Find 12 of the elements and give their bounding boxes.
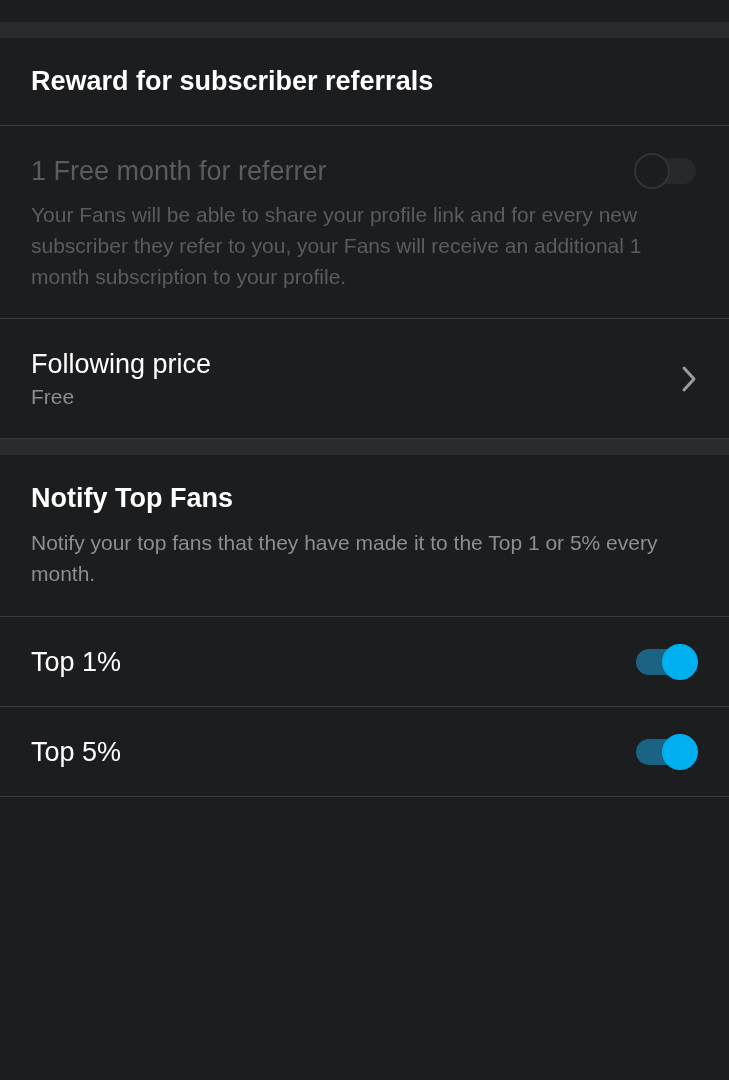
toggle-switch[interactable] [634,734,698,770]
setting-value: Free [31,384,76,410]
setting-label: Top 5% [31,736,122,769]
section-title: Notify Top Fans [31,482,234,515]
setting-description: Your Fans will be able to share your profile link and for every new subscriber they refer to you, your Fans will receive an additional 1 month subscription to your profile. [31,202,643,290]
setting-label: Following price [31,348,212,381]
toggle-switch[interactable] [634,644,698,680]
setting-label: 1 Free month for referrer [31,155,327,188]
section-title: Reward for subscriber referrals [31,65,435,98]
setting-label: Top 1% [31,646,122,679]
chevron-right-icon[interactable] [680,364,698,394]
section-description: Notify your top fans that they have made it to the Top 1 or 5% every month. [31,530,659,587]
